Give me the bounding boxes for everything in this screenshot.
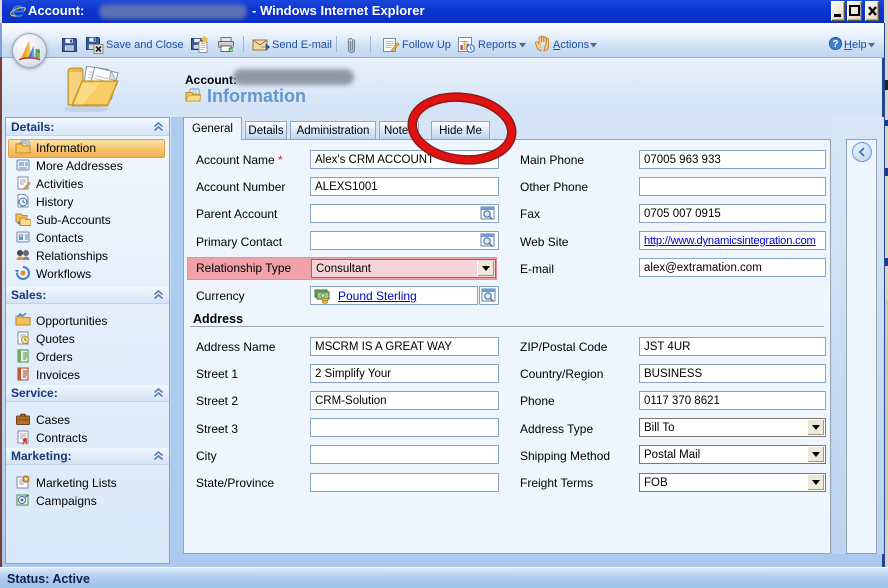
svg-text:?: ? [833, 39, 839, 50]
